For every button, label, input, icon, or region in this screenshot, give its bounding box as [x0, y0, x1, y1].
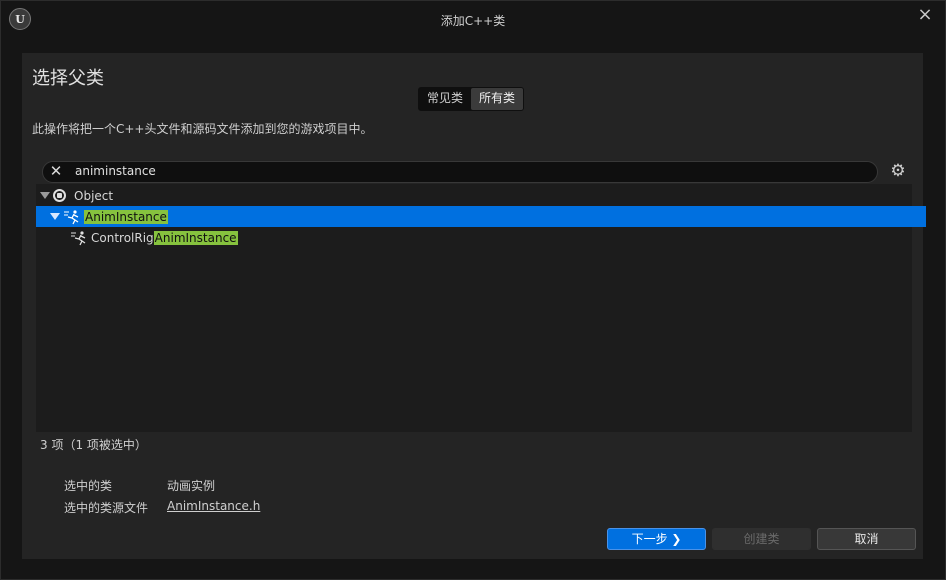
search-match-highlight: AnimInstance: [84, 209, 168, 224]
title-bar: U 添加C++类 ×: [1, 1, 945, 41]
cancel-button[interactable]: 取消: [817, 528, 916, 550]
choose-parent-panel: 选择父类 常见类 所有类 此操作将把一个C++头文件和源码文件添加到您的游戏项目…: [22, 53, 926, 559]
selected-source-file-link[interactable]: AnimInstance.h: [167, 499, 260, 513]
tree-row-label: Object: [74, 188, 114, 203]
class-tree: Object AnimInstance ControlRigAnimInstan…: [36, 184, 926, 432]
page-title: 选择父类: [32, 68, 104, 89]
selected-class-value: 动画实例: [167, 479, 216, 493]
tree-row-controlriganiminstance[interactable]: ControlRigAnimInstance: [36, 227, 946, 248]
object-class-icon: [53, 189, 66, 202]
anim-instance-icon: [71, 230, 86, 245]
search-match-highlight: AnimInstance: [153, 230, 238, 245]
anim-instance-icon: [64, 209, 79, 224]
description-text: 此操作将把一个C++头文件和源码文件添加到您的游戏项目中。: [32, 122, 373, 136]
selected-class-label: 选中的类: [64, 479, 113, 493]
expand-arrow-icon[interactable]: [50, 213, 60, 220]
class-filter-tabs: 常见类 所有类: [418, 87, 525, 111]
tree-row-label: ControlRigAnimInstance: [91, 230, 238, 245]
window-title: 添加C++类: [440, 14, 506, 28]
search-input[interactable]: animinstance: [75, 164, 156, 178]
selected-source-file-label: 选中的类源文件: [64, 501, 149, 515]
create-class-button[interactable]: 创建类: [712, 528, 811, 550]
next-button[interactable]: 下一步 ❯: [607, 528, 706, 550]
tree-row-animinstance[interactable]: AnimInstance: [36, 206, 926, 227]
clear-search-icon[interactable]: ✕: [48, 163, 64, 180]
settings-gear-icon[interactable]: ⚙: [888, 161, 908, 181]
tree-row-label: AnimInstance: [84, 209, 168, 224]
tab-all-classes[interactable]: 所有类: [471, 88, 524, 110]
tab-common-classes[interactable]: 常见类: [419, 88, 471, 110]
close-icon[interactable]: ×: [917, 6, 933, 24]
tree-row-object[interactable]: Object: [36, 185, 916, 206]
class-search-box[interactable]: ✕ animinstance: [42, 161, 878, 183]
add-cpp-class-dialog: U 添加C++类 × 选择父类 常见类 所有类 此操作将把一个C++头文件和源码…: [0, 0, 946, 580]
item-count-status: 3 项（1 项被选中）: [40, 438, 147, 452]
expand-arrow-icon[interactable]: [40, 192, 50, 199]
